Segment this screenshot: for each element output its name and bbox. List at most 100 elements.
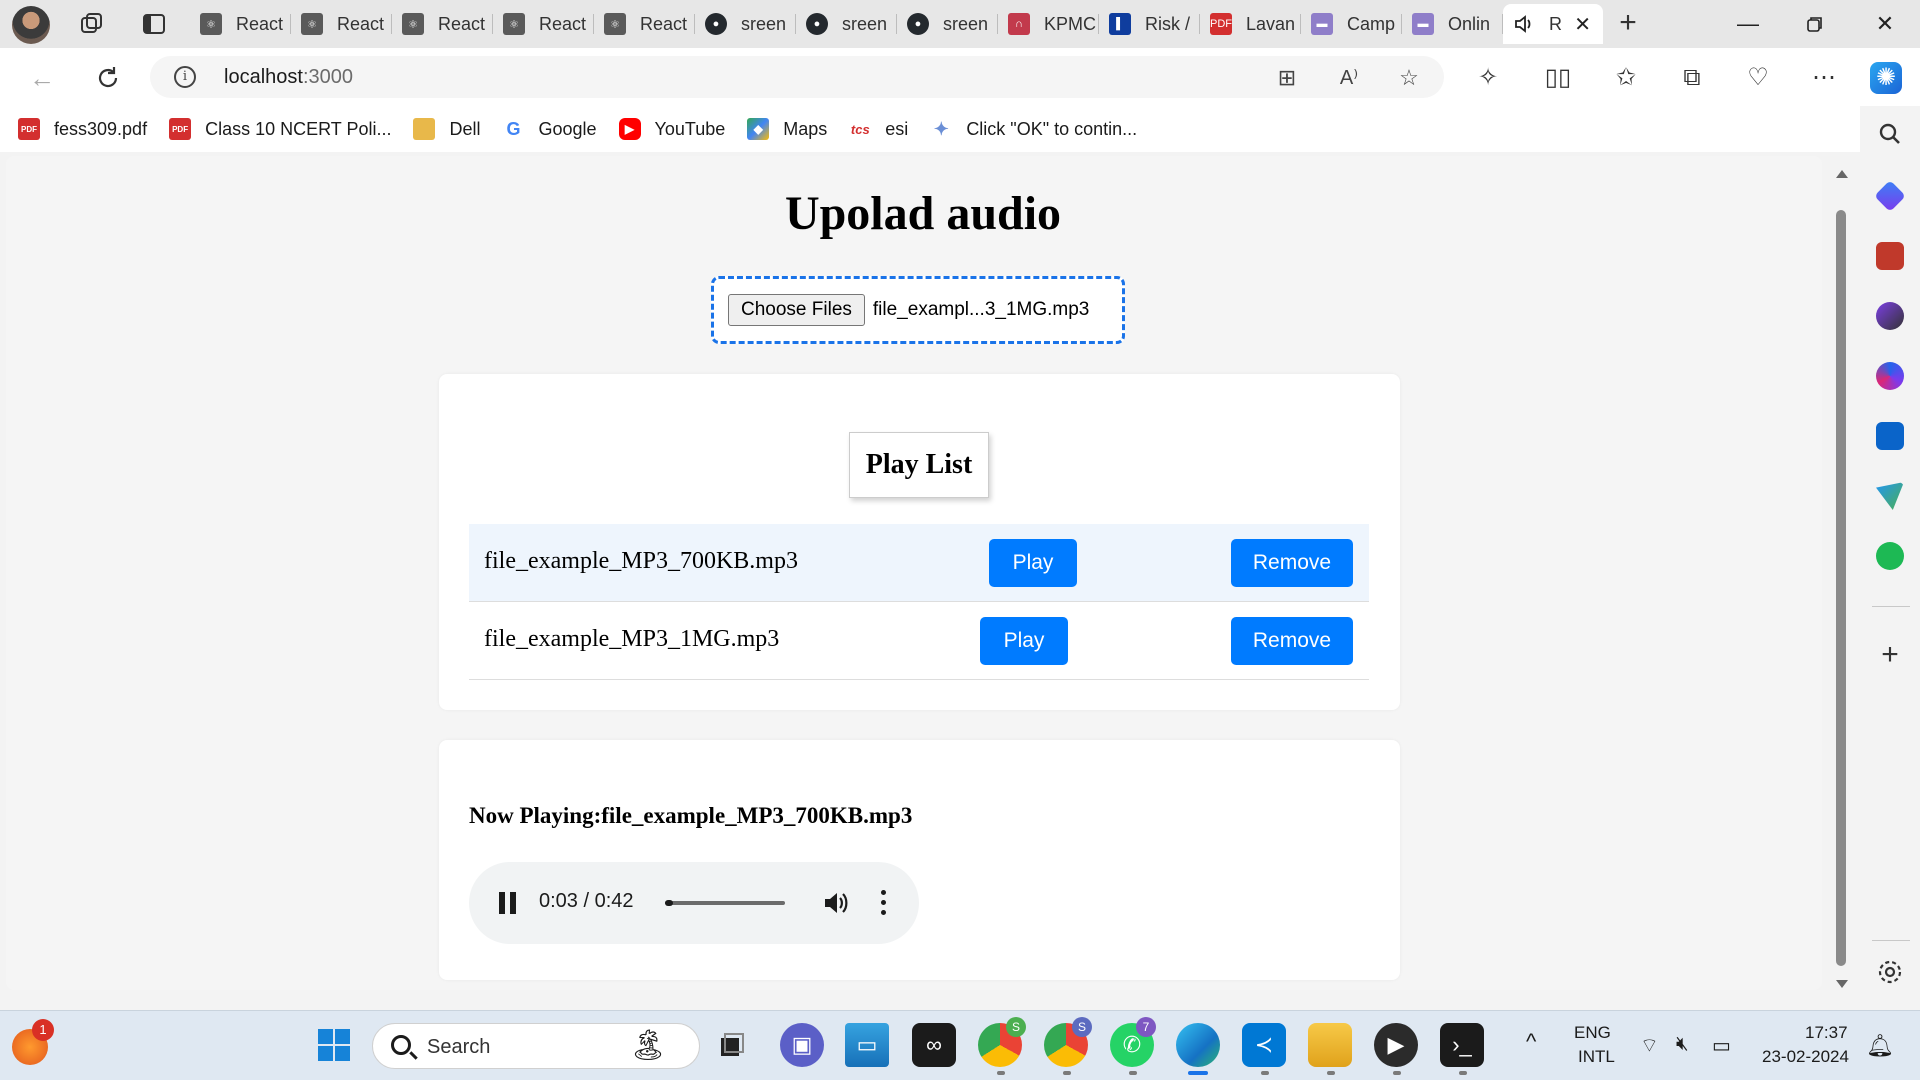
profile-badge: S <box>1072 1017 1092 1037</box>
media-player-icon[interactable]: ▶ <box>1374 1023 1418 1067</box>
volume-muted-icon[interactable]: 🔇︎ <box>1676 1033 1689 1056</box>
pause-icon[interactable] <box>499 892 517 914</box>
vscode-icon[interactable]: ≺ <box>1242 1023 1286 1067</box>
browser-essentials-icon[interactable]: ♡ <box>1742 62 1774 94</box>
tab[interactable]: ▌ Risk / <box>1099 4 1200 44</box>
close-tab-icon[interactable]: ✕ <box>1574 12 1591 37</box>
maps-icon: ◆ <box>747 118 770 140</box>
bookmark-item[interactable]: G Google <box>503 118 596 140</box>
refresh-icon[interactable] <box>90 60 126 96</box>
notifications-bell-icon[interactable]: 🔔︎ <box>1866 1033 1894 1059</box>
terminal-icon[interactable]: ›_ <box>1440 1023 1484 1067</box>
bookmark-item[interactable]: PDF fess309.pdf <box>18 118 147 140</box>
choose-files-button[interactable]: Choose Files <box>728 294 865 326</box>
read-aloud-icon[interactable]: A⁾ <box>1336 65 1362 91</box>
seek-slider[interactable] <box>665 900 785 906</box>
restore-button[interactable] <box>1782 4 1848 44</box>
speaker-icon[interactable] <box>1513 13 1535 35</box>
workspaces-icon[interactable] <box>76 8 108 40</box>
settings-gear-icon[interactable] <box>1876 958 1904 986</box>
tab[interactable]: PDF Lavan <box>1200 4 1301 44</box>
page-scrollbar[interactable] <box>1830 160 1852 994</box>
split-screen-icon[interactable]: ▯▯ <box>1542 62 1574 94</box>
playlist-row[interactable]: file_example_MP3_1MG.mp3 Play Remove <box>469 602 1369 680</box>
tab-actions-icon[interactable] <box>138 8 170 40</box>
remove-button[interactable]: Remove <box>1231 539 1353 587</box>
games-icon[interactable] <box>1876 302 1904 330</box>
upload-dropzone[interactable]: Choose Files file_exampl...3_1MG.mp3 <box>711 276 1125 344</box>
close-window-button[interactable]: ✕ <box>1852 4 1918 44</box>
shopping-tag-icon[interactable] <box>1874 180 1906 212</box>
bookmark-item[interactable]: ✦ Click "OK" to contin... <box>930 118 1137 140</box>
search-icon[interactable] <box>1876 120 1904 148</box>
back-arrow-icon[interactable]: ← <box>24 60 60 96</box>
desktop-icon[interactable]: ▭ <box>845 1023 889 1067</box>
clock-time[interactable]: 17:37 <box>1805 1023 1848 1043</box>
app-available-icon[interactable]: ⊞ <box>1274 65 1300 91</box>
extensions-icon[interactable]: ✧ <box>1472 62 1504 94</box>
scroll-up-arrow-icon[interactable] <box>1836 170 1848 178</box>
show-hidden-icons-chevron-icon[interactable]: ^ <box>1526 1029 1536 1055</box>
bookmark-item[interactable]: Dell <box>413 118 481 140</box>
bookmark-item[interactable]: ◆ Maps <box>747 118 827 140</box>
scrollbar-thumb[interactable] <box>1836 210 1846 966</box>
more-menu-icon[interactable]: ⋯ <box>1808 62 1840 94</box>
add-sidebar-app-icon[interactable]: + <box>1876 640 1904 670</box>
volume-icon[interactable] <box>821 888 851 918</box>
favorite-star-icon[interactable]: ☆ <box>1396 65 1422 91</box>
bookmark-item[interactable]: ▶ YouTube <box>618 118 725 140</box>
edge-icon[interactable] <box>1176 1023 1220 1067</box>
tab[interactable]: ▬ Onlin <box>1402 4 1503 44</box>
app-infinity-icon[interactable]: ∞ <box>912 1023 956 1067</box>
microsoft365-icon[interactable] <box>1876 362 1904 390</box>
tab[interactable]: ⚛ React <box>291 4 392 44</box>
taskbar-search[interactable]: Search 🏝 <box>372 1023 700 1069</box>
wifi-icon[interactable]: ⌔ <box>1640 1033 1659 1058</box>
keyboard-layout[interactable]: INTL <box>1578 1047 1615 1067</box>
copilot-icon[interactable]: ✺ <box>1870 62 1902 94</box>
tab[interactable]: ⚛ React <box>594 4 695 44</box>
language-code[interactable]: ENG <box>1574 1023 1611 1043</box>
profile-avatar[interactable] <box>12 6 50 44</box>
file-explorer-icon[interactable] <box>1308 1023 1352 1067</box>
tab[interactable]: ● sreen <box>897 4 998 44</box>
tab[interactable]: ▬ Camp <box>1301 4 1402 44</box>
tab[interactable]: ⚛ React <box>190 4 291 44</box>
windows-start-icon[interactable] <box>312 1023 356 1067</box>
battery-icon[interactable]: ▭ <box>1712 1033 1731 1058</box>
tools-briefcase-icon[interactable] <box>1876 242 1904 270</box>
running-indicator <box>1261 1071 1269 1075</box>
teams-chat-icon[interactable]: ▣ <box>780 1023 824 1067</box>
address-url[interactable]: localhost:3000 <box>224 66 353 89</box>
bookmark-item[interactable]: tcs esi <box>849 118 908 140</box>
more-options-icon[interactable] <box>881 890 887 916</box>
send-icon[interactable] <box>1876 482 1904 510</box>
bookmark-item[interactable]: PDF Class 10 NCERT Poli... <box>169 118 391 140</box>
tab[interactable]: ⚛ React <box>493 4 594 44</box>
new-tab-button[interactable]: + <box>1612 8 1644 40</box>
notification-badge: 1 <box>32 1019 54 1041</box>
address-bar[interactable]: i localhost:3000 ⊞ A⁾ ☆ <box>150 56 1444 98</box>
playlist-row[interactable]: file_example_MP3_700KB.mp3 Play Remove <box>469 524 1369 602</box>
play-button[interactable]: Play <box>980 617 1068 665</box>
play-button[interactable]: Play <box>989 539 1077 587</box>
pdf-icon: PDF <box>18 118 40 140</box>
audio-player[interactable]: 0:03 / 0:42 <box>469 862 919 944</box>
spotify-icon[interactable] <box>1876 542 1904 570</box>
minimize-button[interactable]: — <box>1715 4 1781 44</box>
running-indicator <box>1129 1071 1137 1075</box>
youtube-icon: ▶ <box>618 118 641 140</box>
collections-icon[interactable]: ⧉ <box>1676 62 1708 94</box>
tab[interactable]: ● sreen <box>695 4 796 44</box>
outlook-icon[interactable] <box>1876 422 1904 450</box>
clock-date[interactable]: 23-02-2024 <box>1762 1047 1849 1067</box>
scroll-down-arrow-icon[interactable] <box>1836 980 1848 988</box>
site-info-icon[interactable]: i <box>174 66 196 88</box>
tab[interactable]: ∩ KPMC <box>998 4 1099 44</box>
tab[interactable]: ● sreen <box>796 4 897 44</box>
task-view-icon[interactable] <box>710 1023 754 1067</box>
remove-button[interactable]: Remove <box>1231 617 1353 665</box>
tab-active[interactable]: R ✕ <box>1503 4 1603 44</box>
favorites-icon[interactable]: ✩ <box>1610 62 1642 94</box>
tab[interactable]: ⚛ React <box>392 4 493 44</box>
